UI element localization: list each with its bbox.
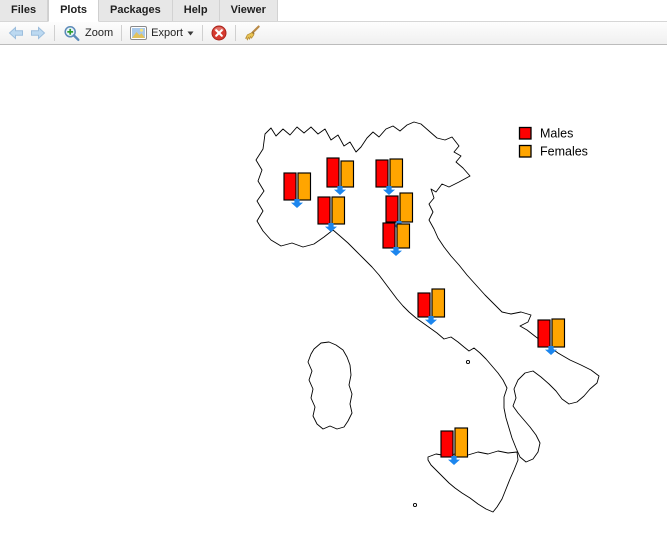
back-arrow-icon (8, 26, 23, 40)
males-bar (417, 292, 431, 318)
zoom-button-label: Zoom (85, 26, 114, 39)
small-island (412, 502, 418, 508)
site-bars-layer (283, 157, 566, 465)
map-bar-site-7 (417, 288, 446, 325)
map-bar-site-1 (283, 172, 312, 208)
map-bar-site-3 (317, 196, 346, 232)
map-bar-site-4 (375, 158, 404, 195)
map-bar-site-8 (537, 318, 566, 355)
remove-x-icon (211, 25, 227, 41)
map-bar-site-2 (326, 157, 355, 195)
males-bar (382, 222, 396, 249)
females-bar (340, 160, 355, 188)
dropdown-caret-icon (187, 31, 194, 35)
map-plot: Males Females (255, 121, 600, 513)
males-bar (326, 157, 340, 188)
toolbar-separator (234, 25, 236, 41)
females-bar (399, 192, 414, 223)
females-bar (396, 223, 411, 249)
plots-toolbar: Zoom Export (0, 22, 667, 45)
zoom-magnifier-icon (64, 25, 80, 41)
remove-plot-button[interactable] (208, 24, 230, 42)
males-bar (537, 319, 551, 348)
plot-area: Males Females (0, 45, 667, 541)
females-bar (454, 427, 469, 458)
export-button-label: Export (151, 26, 183, 39)
map-bar-site-6 (382, 222, 411, 256)
tab-help[interactable]: Help (172, 0, 220, 21)
males-bar (385, 195, 399, 223)
males-legend-label: Males (540, 127, 573, 141)
toolbar-separator (201, 25, 203, 41)
tab-viewer[interactable]: Viewer (219, 0, 278, 21)
males-legend-swatch (518, 126, 532, 140)
females-bar (431, 288, 446, 318)
males-bar (283, 172, 297, 201)
females-bar (331, 196, 346, 225)
males-bar (375, 159, 389, 188)
map-legend: Males Females (518, 126, 588, 159)
toolbar-separator (121, 25, 123, 41)
small-island (465, 359, 471, 365)
back-button[interactable] (5, 25, 27, 41)
sardinia-outline (307, 341, 353, 430)
females-bar (297, 172, 312, 201)
females-legend-swatch (518, 144, 532, 158)
broom-icon (245, 25, 260, 40)
females-bar (389, 158, 404, 188)
map-bar-site-9 (440, 427, 469, 465)
tab-files[interactable]: Files (0, 0, 49, 21)
forward-button[interactable] (27, 25, 49, 41)
export-image-icon (130, 26, 148, 40)
toolbar-separator (54, 25, 55, 41)
clear-plots-button[interactable] (241, 24, 264, 43)
zoom-plot-button[interactable]: Zoom (60, 24, 116, 43)
pane-tabbar: Files Plots Packages Help Viewer (0, 0, 667, 22)
males-bar (440, 430, 454, 458)
tab-packages[interactable]: Packages (98, 0, 173, 21)
forward-arrow-icon (31, 26, 46, 40)
males-bar (317, 196, 331, 225)
females-legend-label: Females (540, 145, 588, 159)
sicily-outline (427, 450, 519, 513)
females-bar (551, 318, 566, 348)
export-plot-button[interactable]: Export (127, 25, 197, 41)
tab-plots[interactable]: Plots (48, 0, 99, 22)
